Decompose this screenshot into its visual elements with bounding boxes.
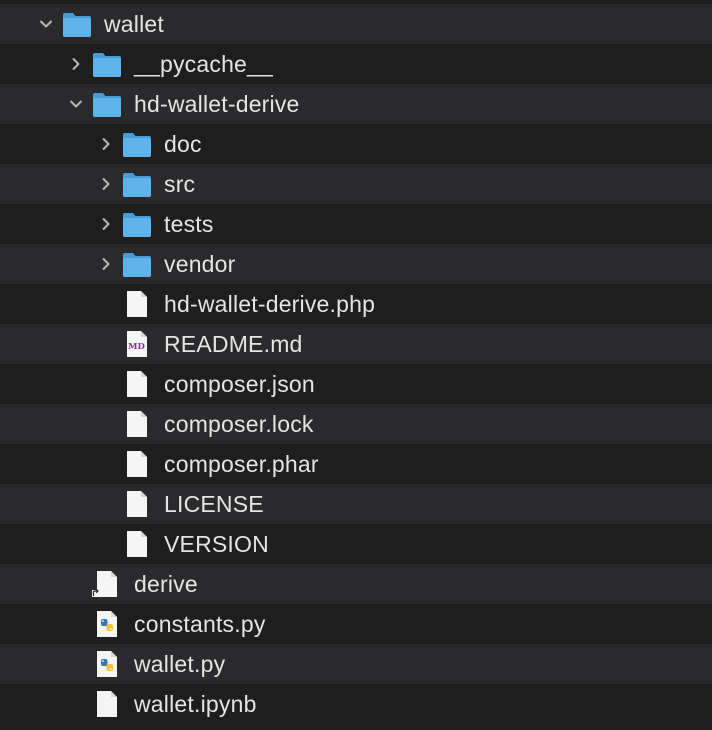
folder-icon — [122, 170, 152, 198]
folder-icon — [92, 50, 122, 78]
folder-row-hd-wallet-derive[interactable]: hd-wallet-derive — [0, 84, 712, 124]
folder-icon — [122, 210, 152, 238]
file-row-wallet-py[interactable]: wallet.py — [0, 644, 712, 684]
folder-row-tests[interactable]: tests — [0, 204, 712, 244]
chevron-down-icon[interactable] — [68, 84, 84, 124]
item-label: composer.json — [164, 371, 315, 397]
item-label: composer.phar — [164, 451, 319, 477]
item-label: src — [164, 171, 196, 197]
chevron-right-icon[interactable] — [98, 164, 114, 204]
item-label: VERSION — [164, 531, 269, 557]
document-icon — [122, 530, 152, 558]
chevron-right-icon[interactable] — [98, 124, 114, 164]
file-row-version[interactable]: VERSION — [0, 524, 712, 564]
folder-row-doc[interactable]: doc — [0, 124, 712, 164]
svg-text:MD: MD — [128, 342, 145, 352]
item-label: wallet.ipynb — [134, 691, 257, 717]
folder-row-src[interactable]: src — [0, 164, 712, 204]
folder-row-vendor[interactable]: vendor — [0, 244, 712, 284]
python-file-icon — [92, 610, 122, 638]
file-row-hd-wallet-derive-php[interactable]: hd-wallet-derive.php — [0, 284, 712, 324]
alias-file-icon — [92, 570, 122, 598]
chevron-down-icon[interactable] — [38, 4, 54, 44]
document-icon — [92, 690, 122, 718]
folder-row-pycache[interactable]: __pycache__ — [0, 44, 712, 84]
file-row-composer-phar[interactable]: composer.phar — [0, 444, 712, 484]
item-label: tests — [164, 211, 214, 237]
file-tree: wallet __pycache__ hd-wallet-derive doc src t… — [0, 0, 712, 730]
file-row-wallet-ipynb[interactable]: wallet.ipynb — [0, 684, 712, 724]
file-row-composer-lock[interactable]: composer.lock — [0, 404, 712, 444]
folder-icon — [92, 90, 122, 118]
item-label: wallet — [104, 11, 165, 37]
file-row-license[interactable]: LICENSE — [0, 484, 712, 524]
item-label: hd-wallet-derive — [134, 91, 300, 117]
file-row-readme-md[interactable]: MD README.md — [0, 324, 712, 364]
file-row-constants-py[interactable]: constants.py — [0, 604, 712, 644]
chevron-right-icon[interactable] — [98, 204, 114, 244]
folder-icon — [62, 10, 92, 38]
document-icon — [122, 490, 152, 518]
item-label: README.md — [164, 331, 303, 357]
item-label: doc — [164, 131, 202, 157]
folder-icon — [122, 130, 152, 158]
file-row-composer-json[interactable]: composer.json — [0, 364, 712, 404]
item-label: derive — [134, 571, 198, 597]
item-label: hd-wallet-derive.php — [164, 291, 376, 317]
item-label: composer.lock — [164, 411, 314, 437]
item-label: LICENSE — [164, 491, 264, 517]
item-label: vendor — [164, 251, 236, 277]
document-icon — [122, 450, 152, 478]
document-icon — [122, 290, 152, 318]
item-label: wallet.py — [134, 651, 226, 677]
document-icon — [122, 370, 152, 398]
folder-icon — [122, 250, 152, 278]
folder-row-wallet[interactable]: wallet — [0, 4, 712, 44]
item-label: __pycache__ — [134, 51, 274, 77]
markdown-file-icon: MD — [122, 330, 152, 358]
item-label: constants.py — [134, 611, 266, 637]
python-file-icon — [92, 650, 122, 678]
document-icon — [122, 410, 152, 438]
chevron-right-icon[interactable] — [68, 44, 84, 84]
chevron-right-icon[interactable] — [98, 244, 114, 284]
file-row-derive[interactable]: derive — [0, 564, 712, 604]
